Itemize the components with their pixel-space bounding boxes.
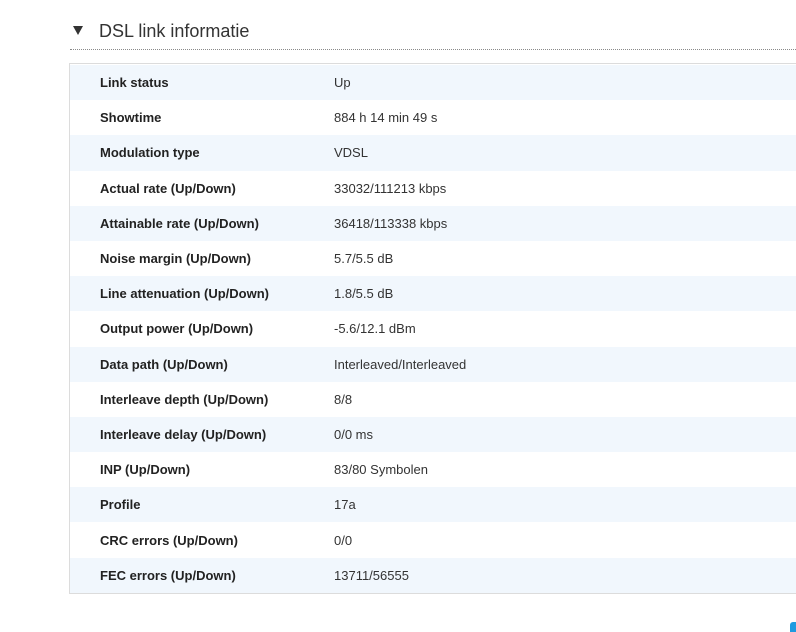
row-value: 13711/56555	[334, 567, 409, 583]
row-value: 0/0 ms	[334, 426, 374, 442]
table-row: Noise margin (Up/Down) 5.7/5.5 dB	[70, 240, 796, 277]
row-value: 1.8/5.5 dB	[334, 286, 394, 302]
table-row: Output power (Up/Down) -5.6/12.1 dBm	[70, 311, 796, 347]
triangle-down-icon[interactable]	[73, 26, 83, 35]
row-value: 884 h 14 min 49 s	[334, 110, 438, 126]
row-value: -5.6/12.1 dBm	[334, 321, 416, 337]
table-row: INP (Up/Down) 83/80 Symbolen	[70, 452, 796, 488]
row-value: 8/8	[334, 391, 353, 407]
row-value: 17a	[334, 497, 356, 513]
table-row: Interleave depth (Up/Down) 8/8	[70, 381, 796, 417]
row-label: Interleave depth (Up/Down)	[100, 391, 269, 407]
row-value: 33032/111213 kbps	[334, 180, 447, 196]
row-label: Link status	[100, 75, 169, 91]
row-value: Interleaved/Interleaved	[334, 356, 467, 372]
row-value: 83/80 Symbolen	[334, 462, 428, 478]
row-value: VDSL	[334, 145, 368, 161]
row-value: 0/0	[334, 532, 353, 548]
dsl-info-table: Link status Up Showtime 884 h 14 min 49 …	[69, 63, 796, 594]
row-label: Showtime	[100, 110, 162, 126]
table-row: Link status Up	[70, 65, 796, 101]
table-row: Modulation type VDSL	[70, 135, 796, 171]
row-label: Output power (Up/Down)	[100, 321, 254, 337]
row-label: Interleave delay (Up/Down)	[100, 426, 267, 442]
table-row: CRC errors (Up/Down) 0/0	[70, 522, 796, 558]
row-label: INP (Up/Down)	[100, 462, 191, 478]
row-value: Up	[334, 75, 351, 91]
table-row: Interleave delay (Up/Down) 0/0 ms	[70, 416, 796, 453]
row-label: Actual rate (Up/Down)	[100, 180, 236, 196]
table-row: FEC errors (Up/Down) 13711/56555	[70, 557, 796, 593]
row-label: Profile	[100, 497, 141, 513]
row-value: 5.7/5.5 dB	[334, 251, 394, 267]
corner-widget-icon[interactable]	[790, 622, 796, 632]
row-label: Attainable rate (Up/Down)	[100, 215, 259, 231]
row-label: CRC errors (Up/Down)	[100, 532, 238, 548]
table-row: Line attenuation (Up/Down) 1.8/5.5 dB	[70, 276, 796, 312]
table-row: Actual rate (Up/Down) 33032/111213 kbps	[70, 170, 796, 206]
row-label: Data path (Up/Down)	[100, 356, 228, 372]
row-label: FEC errors (Up/Down)	[100, 567, 236, 583]
section-header[interactable]: DSL link informatie	[70, 16, 796, 50]
row-label: Line attenuation (Up/Down)	[100, 286, 269, 302]
table-row: Showtime 884 h 14 min 49 s	[70, 100, 796, 136]
table-row: Attainable rate (Up/Down) 36418/113338 k…	[70, 205, 796, 241]
table-row: Data path (Up/Down) Interleaved/Interlea…	[70, 346, 796, 382]
table-row: Profile 17a	[70, 487, 796, 523]
row-label: Noise margin (Up/Down)	[100, 251, 251, 267]
section-title[interactable]: DSL link informatie	[99, 19, 249, 43]
row-label: Modulation type	[100, 145, 200, 161]
row-value: 36418/113338 kbps	[334, 215, 448, 231]
